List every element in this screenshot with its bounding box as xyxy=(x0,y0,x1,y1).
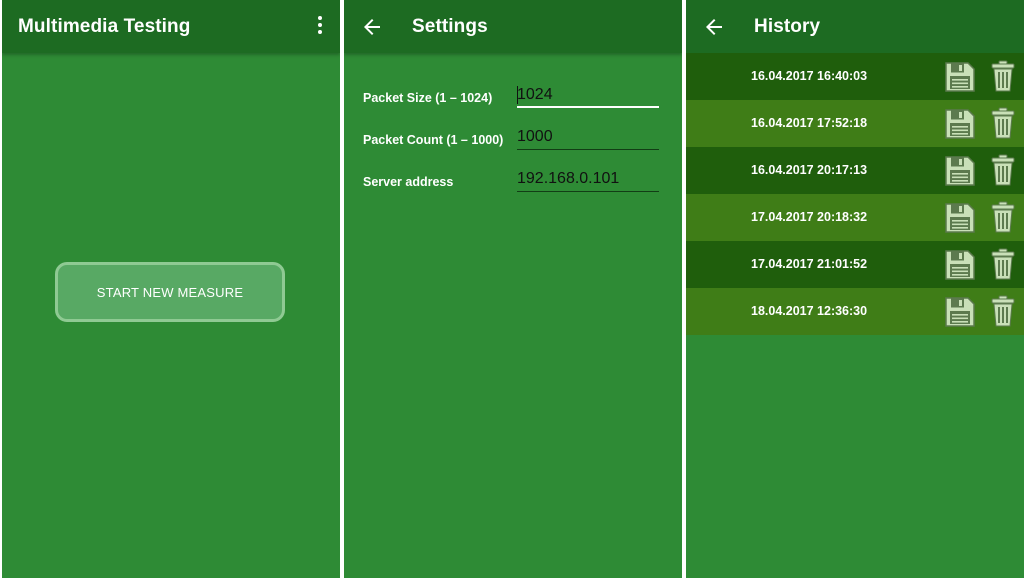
history-timestamp: 17.04.2017 21:01:52 xyxy=(751,257,868,271)
history-timestamp: 16.04.2017 20:17:13 xyxy=(751,163,868,177)
save-icon[interactable] xyxy=(944,155,976,187)
trash-icon[interactable] xyxy=(991,154,1015,186)
settings-app-bar: Settings xyxy=(344,0,682,53)
settings-title: Settings xyxy=(412,16,488,37)
trash-icon[interactable] xyxy=(991,107,1015,139)
server-address-row: Server address 192.168.0.101 xyxy=(363,166,663,200)
history-row[interactable]: 17.04.2017 20:18:32 xyxy=(686,194,1024,241)
packet-size-input[interactable]: 1024 xyxy=(517,82,659,108)
history-app-bar: History xyxy=(686,0,1024,53)
save-icon[interactable] xyxy=(944,61,976,93)
trash-icon[interactable] xyxy=(991,60,1015,92)
history-row[interactable]: 16.04.2017 17:52:18 xyxy=(686,100,1024,147)
packet-count-row: Packet Count (1 – 1000) 1000 xyxy=(363,124,663,158)
packet-size-row: Packet Size (1 – 1024) 1024 xyxy=(363,82,663,116)
history-timestamp: 16.04.2017 17:52:18 xyxy=(751,116,868,130)
trash-icon[interactable] xyxy=(991,201,1015,233)
save-icon[interactable] xyxy=(944,296,976,328)
start-new-measure-button[interactable]: START NEW MEASURE xyxy=(55,262,285,322)
save-icon[interactable] xyxy=(944,108,976,140)
packet-size-label: Packet Size (1 – 1024) xyxy=(363,91,493,105)
trash-icon[interactable] xyxy=(991,248,1015,280)
settings-screen: Settings Packet Size (1 – 1024) 1024 Pac… xyxy=(344,0,682,578)
main-app-bar: Multimedia Testing xyxy=(2,0,340,53)
main-screen: Multimedia Testing START NEW MEASURE xyxy=(2,0,340,578)
history-row[interactable]: 17.04.2017 21:01:52 xyxy=(686,241,1024,288)
packet-count-input[interactable]: 1000 xyxy=(517,124,659,150)
history-row[interactable]: 16.04.2017 20:17:13 xyxy=(686,147,1024,194)
history-timestamp: 17.04.2017 20:18:32 xyxy=(751,210,868,224)
history-row[interactable]: 18.04.2017 12:36:30 xyxy=(686,288,1024,335)
save-icon[interactable] xyxy=(944,202,976,234)
history-title: History xyxy=(754,16,821,37)
server-address-label: Server address xyxy=(363,175,454,189)
trash-icon[interactable] xyxy=(991,295,1015,327)
history-row[interactable]: 16.04.2017 16:40:03 xyxy=(686,53,1024,100)
history-screen: History 16.04.2017 16:40:03 16.04.2017 1… xyxy=(686,0,1024,578)
back-arrow-icon[interactable] xyxy=(360,15,384,39)
history-list: 16.04.2017 16:40:03 16.04.2017 17:52:18 … xyxy=(686,53,1024,335)
overflow-menu-icon[interactable] xyxy=(314,16,326,38)
save-icon[interactable] xyxy=(944,249,976,281)
packet-count-label: Packet Count (1 – 1000) xyxy=(363,133,504,147)
history-timestamp: 18.04.2017 12:36:30 xyxy=(751,304,868,318)
back-arrow-icon[interactable] xyxy=(702,15,726,39)
history-timestamp: 16.04.2017 16:40:03 xyxy=(751,69,868,83)
main-title: Multimedia Testing xyxy=(18,16,191,37)
server-address-input[interactable]: 192.168.0.101 xyxy=(517,166,659,192)
